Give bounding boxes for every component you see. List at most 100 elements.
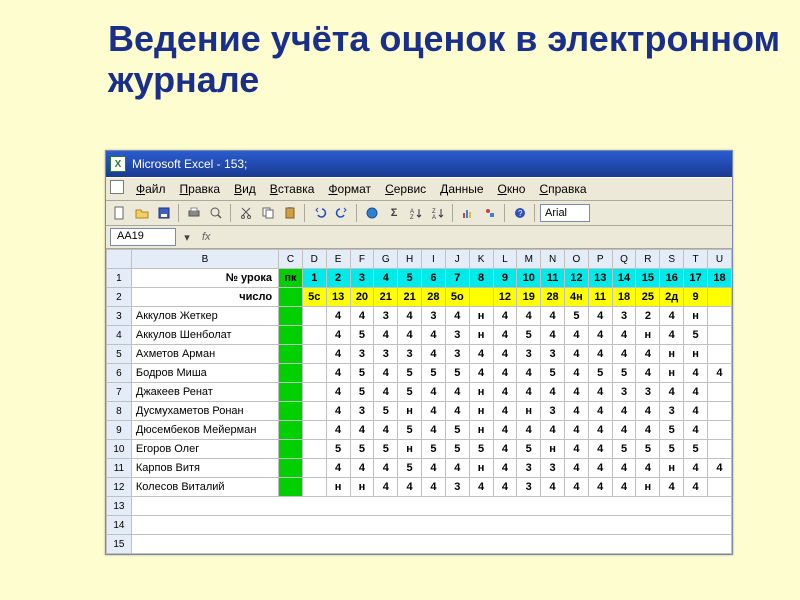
cell[interactable]: 4 (564, 459, 588, 478)
cell[interactable]: 4н (564, 288, 588, 307)
cell[interactable]: 4 (398, 478, 422, 497)
cell[interactable]: 3 (636, 383, 660, 402)
cell[interactable]: 3 (612, 307, 636, 326)
row-header[interactable]: 9 (107, 421, 132, 440)
cell[interactable] (707, 421, 731, 440)
cell[interactable]: 4 (469, 364, 493, 383)
cell[interactable]: 4 (493, 478, 517, 497)
cell[interactable]: 1 (302, 269, 326, 288)
select-all-corner[interactable] (107, 250, 132, 269)
cell[interactable]: 5 (564, 307, 588, 326)
undo-icon[interactable] (310, 203, 330, 223)
cell[interactable]: 5 (422, 440, 446, 459)
cell[interactable]: н (684, 345, 708, 364)
col-header[interactable]: U (707, 250, 731, 269)
cell[interactable]: 4 (517, 307, 541, 326)
cell[interactable]: 4 (493, 383, 517, 402)
cell[interactable]: 5 (422, 364, 446, 383)
cell[interactable]: 14 (612, 269, 636, 288)
cell[interactable]: 4 (684, 364, 708, 383)
col-header[interactable]: G (374, 250, 398, 269)
cell[interactable]: 4 (636, 364, 660, 383)
cell[interactable]: 4 (707, 459, 731, 478)
col-header[interactable]: B (131, 250, 278, 269)
cell[interactable]: 13 (588, 269, 612, 288)
cell[interactable]: 3 (422, 307, 446, 326)
cell[interactable] (302, 383, 326, 402)
cell[interactable] (279, 478, 303, 497)
cell[interactable]: 5 (350, 364, 374, 383)
cell[interactable]: 4 (564, 421, 588, 440)
cell[interactable]: 5 (350, 440, 374, 459)
cell[interactable]: 7 (445, 269, 469, 288)
cell[interactable]: 4 (541, 307, 565, 326)
paste-icon[interactable] (280, 203, 300, 223)
cell[interactable]: 4 (469, 345, 493, 364)
cell[interactable] (279, 307, 303, 326)
cell[interactable]: 4 (564, 345, 588, 364)
cell[interactable]: 4 (422, 459, 446, 478)
cell[interactable]: 28 (541, 288, 565, 307)
col-header[interactable]: R (636, 250, 660, 269)
cell[interactable]: 4 (684, 478, 708, 497)
cell[interactable]: 4 (564, 440, 588, 459)
cell[interactable]: 3 (350, 269, 374, 288)
cell[interactable]: 4 (326, 307, 350, 326)
cell[interactable]: 4 (684, 383, 708, 402)
cell[interactable]: 5 (541, 364, 565, 383)
col-header[interactable]: E (326, 250, 350, 269)
cell[interactable]: 5 (660, 421, 684, 440)
col-header[interactable]: O (564, 250, 588, 269)
cell[interactable] (279, 421, 303, 440)
cell[interactable] (707, 326, 731, 345)
cell[interactable]: 5 (636, 440, 660, 459)
copy-icon[interactable] (258, 203, 278, 223)
col-header[interactable]: F (350, 250, 374, 269)
cell[interactable]: 4 (684, 459, 708, 478)
cell[interactable]: 5 (374, 440, 398, 459)
row-header[interactable]: 7 (107, 383, 132, 402)
cell[interactable]: № урока (131, 269, 278, 288)
cell[interactable]: 5 (588, 364, 612, 383)
cell-student-name[interactable]: Аккулов Жеткер (131, 307, 278, 326)
cell[interactable]: число (131, 288, 278, 307)
hyperlink-icon[interactable] (362, 203, 382, 223)
cell[interactable]: 4 (422, 421, 446, 440)
cell[interactable]: 4 (445, 307, 469, 326)
cell[interactable]: 4 (422, 402, 446, 421)
row-header[interactable]: 15 (107, 535, 132, 554)
cell[interactable]: 5 (445, 421, 469, 440)
cell[interactable]: 3 (517, 459, 541, 478)
col-header[interactable]: H (398, 250, 422, 269)
row-header[interactable]: 11 (107, 459, 132, 478)
cell[interactable]: 3 (612, 383, 636, 402)
cell[interactable]: 4 (493, 440, 517, 459)
cell-student-name[interactable]: Джакеев Ренат (131, 383, 278, 402)
cell[interactable] (279, 383, 303, 402)
cell[interactable]: 4 (564, 402, 588, 421)
cell[interactable]: 4 (564, 383, 588, 402)
cell[interactable]: 4 (660, 307, 684, 326)
cell[interactable]: 4 (374, 269, 398, 288)
cell[interactable]: 5 (445, 440, 469, 459)
cell[interactable]: 4 (636, 402, 660, 421)
cell-student-name[interactable]: Карпов Витя (131, 459, 278, 478)
cell[interactable]: 4 (564, 364, 588, 383)
save-icon[interactable] (154, 203, 174, 223)
cell[interactable]: 4 (374, 421, 398, 440)
row-header[interactable]: 12 (107, 478, 132, 497)
cell[interactable]: 17 (684, 269, 708, 288)
cell[interactable]: 4 (374, 383, 398, 402)
cell[interactable]: 4 (636, 459, 660, 478)
cell[interactable]: 4 (541, 383, 565, 402)
cell[interactable] (707, 307, 731, 326)
row-header[interactable]: 8 (107, 402, 132, 421)
cell[interactable]: 4 (493, 326, 517, 345)
chart-icon[interactable] (458, 203, 478, 223)
cell[interactable]: 5 (469, 440, 493, 459)
menu-tools[interactable]: Сервис (379, 180, 432, 198)
cell[interactable]: н (469, 459, 493, 478)
cell[interactable] (707, 440, 731, 459)
cell[interactable]: 4 (588, 421, 612, 440)
cell[interactable]: 18 (612, 288, 636, 307)
